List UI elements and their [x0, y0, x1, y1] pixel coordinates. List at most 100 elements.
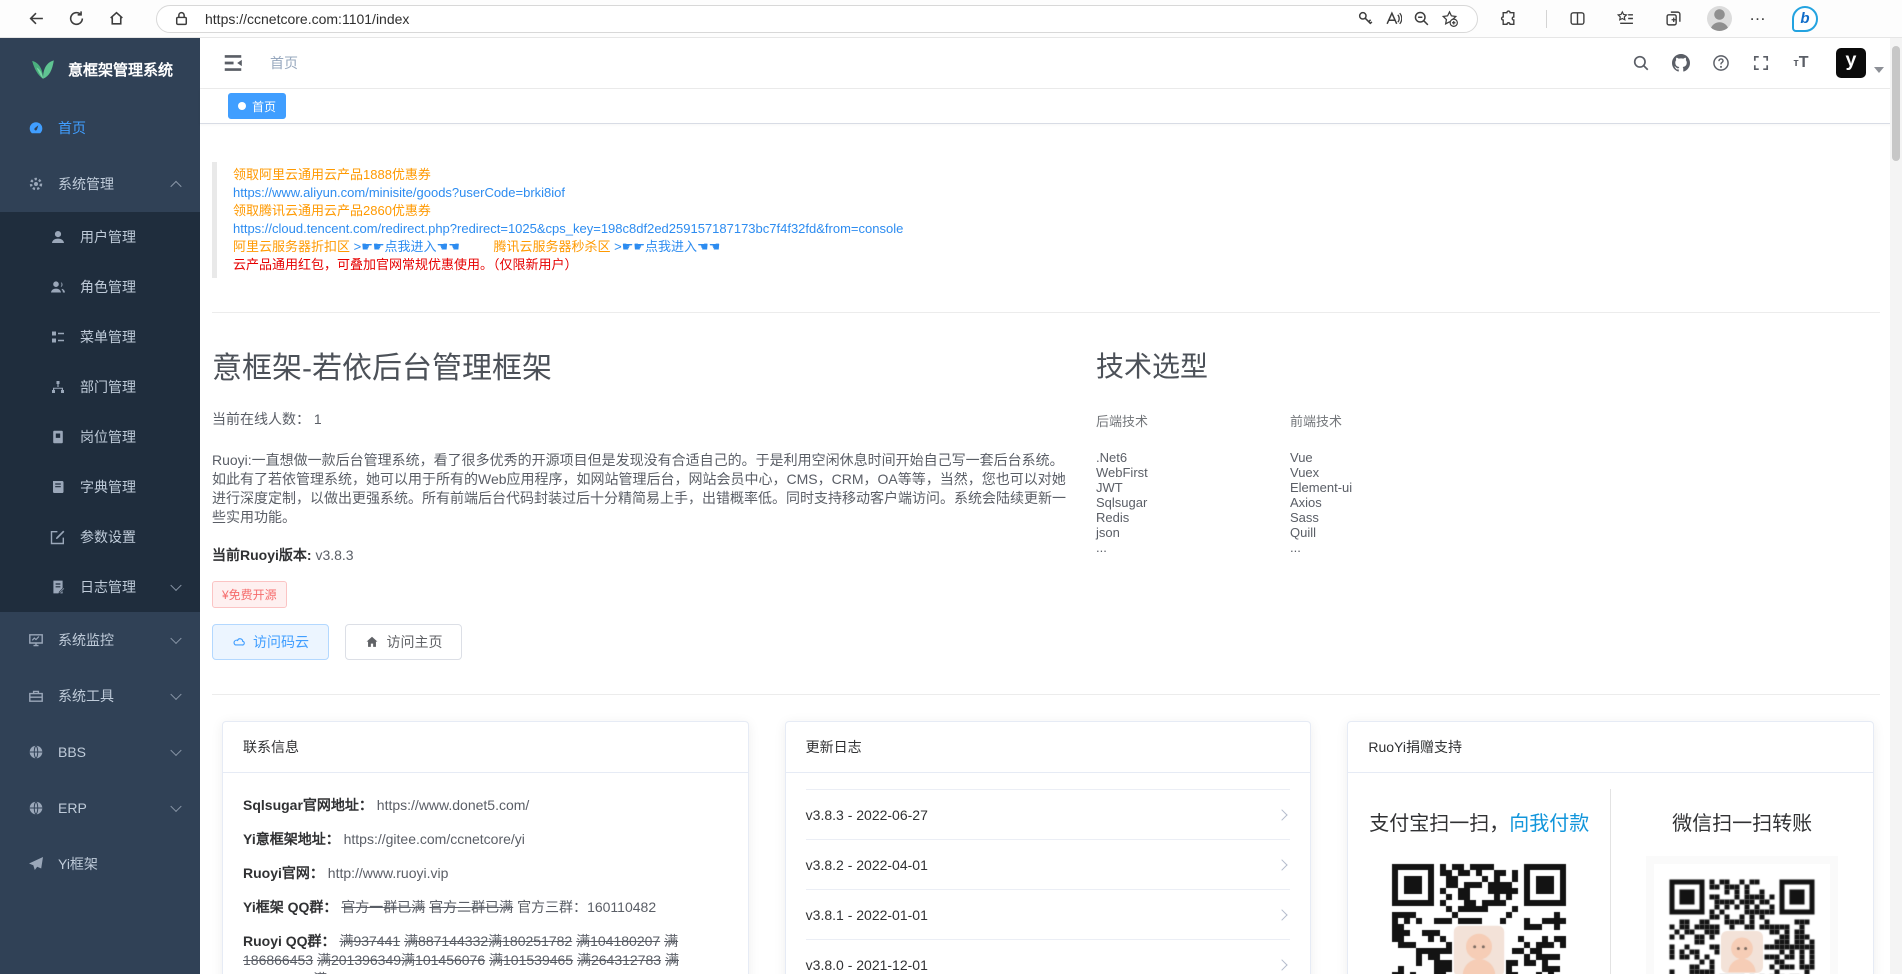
- menu-list-icon: [50, 329, 66, 345]
- search-icon[interactable]: [1628, 50, 1654, 76]
- sidebar-item-post-mgmt[interactable]: 岗位管理: [0, 412, 200, 462]
- dictionary-icon: [50, 479, 66, 495]
- sidebar-item-label: 角色管理: [80, 277, 136, 297]
- user-avatar[interactable]: [1836, 48, 1866, 78]
- copilot-icon[interactable]: [1792, 6, 1818, 32]
- changelog-row[interactable]: v3.8.1 - 2022-01-01: [806, 890, 1291, 940]
- caret-down-icon[interactable]: [1874, 67, 1884, 73]
- sidebar-item-user-mgmt[interactable]: 用户管理: [0, 212, 200, 262]
- sidebar-item-bbs[interactable]: BBS: [0, 724, 200, 780]
- app-title: 意框架管理系统: [68, 59, 173, 80]
- log-icon: [50, 579, 66, 595]
- breadcrumb[interactable]: 首页: [270, 53, 298, 73]
- tech-title: 技术选型: [1096, 345, 1880, 385]
- user-icon: [50, 229, 66, 245]
- qq-number: 160110482: [587, 899, 656, 915]
- changelog-row[interactable]: v3.8.3 - 2022-06-27: [806, 789, 1291, 840]
- changelog-row[interactable]: v3.8.2 - 2022-04-01: [806, 840, 1291, 890]
- zoom-out-icon[interactable]: [1409, 5, 1433, 33]
- sidebar-item-dept-mgmt[interactable]: 部门管理: [0, 362, 200, 412]
- toolbar-divider: [1546, 10, 1547, 28]
- chevron-down-icon: [170, 633, 181, 644]
- tencent-enter-link[interactable]: >☛☛点我进入☚☚: [614, 239, 720, 254]
- cloud-icon: [232, 635, 246, 649]
- sidebar-item-label: 日志管理: [80, 577, 136, 597]
- font-size-icon[interactable]: [1788, 50, 1814, 76]
- changelog-row[interactable]: v3.8.0 - 2021-12-01: [806, 940, 1291, 974]
- visit-gitee-button[interactable]: 访问码云: [212, 624, 329, 660]
- browser-actions: [1494, 5, 1818, 33]
- sidebar-item-role-mgmt[interactable]: 角色管理: [0, 262, 200, 312]
- tag-label: 首页: [252, 98, 276, 115]
- address-bar[interactable]: https://ccnetcore.com:1101/index: [156, 5, 1478, 33]
- sidebar-item-system-monitor[interactable]: 系统监控: [0, 612, 200, 668]
- extensions-icon[interactable]: [1494, 5, 1522, 33]
- sidebar-item-menu-mgmt[interactable]: 菜单管理: [0, 312, 200, 362]
- contact-card-title: 联系信息: [223, 722, 748, 773]
- duplicate-tab-icon[interactable]: [1659, 5, 1687, 33]
- sidebar-item-system-mgmt[interactable]: 系统管理: [0, 156, 200, 212]
- refresh-icon[interactable]: [62, 5, 90, 33]
- help-icon[interactable]: [1708, 50, 1734, 76]
- aliyun-enter-link[interactable]: >☛☛点我进入☚☚: [354, 239, 460, 254]
- toolbox-icon: [28, 688, 44, 704]
- ruoyi-qq-group-row: Ruoyi QQ群： 满937441 满887144332满180251782 …: [243, 932, 728, 974]
- sidebar-item-label: BBS: [58, 744, 86, 760]
- backend-list: .Net6 WebFirst JWT Sqlsugar Redis json .…: [1096, 450, 1290, 555]
- sidebar-item-dict-mgmt[interactable]: 字典管理: [0, 462, 200, 512]
- frontend-list: Vue Vuex Element-ui Axios Sass Quill ...: [1290, 450, 1484, 555]
- sidebar-submenu: 用户管理 角色管理 菜单管理 部门管理 岗位管理: [0, 212, 200, 612]
- pay-me-link[interactable]: 向我付款: [1509, 813, 1589, 835]
- chevron-down-icon: [170, 801, 181, 812]
- contact-row: Yi意框架地址： https://gitee.com/ccnetcore/yi: [243, 830, 728, 849]
- aliyun-coupon-link[interactable]: https://www.aliyun.com/minisite/goods?us…: [233, 184, 1880, 202]
- notice-line: 领取腾讯云通用云产品2860优惠券: [233, 202, 1880, 220]
- scrollbar-thumb[interactable]: [1892, 46, 1900, 161]
- sidebar-item-param-settings[interactable]: 参数设置: [0, 512, 200, 562]
- visit-homepage-button[interactable]: 访问主页: [345, 624, 462, 660]
- chevron-up-icon: [170, 181, 181, 192]
- tag-home[interactable]: 首页: [228, 93, 286, 119]
- favorite-add-icon[interactable]: [1437, 5, 1461, 33]
- collections-icon[interactable]: [1611, 5, 1639, 33]
- github-icon[interactable]: [1668, 50, 1694, 76]
- framework-description: Ruoyi:一直想做一款后台管理系统，看了很多优秀的开源项目但是发现没有合适自己…: [212, 451, 1068, 527]
- browser-toolbar: https://ccnetcore.com:1101/index: [0, 0, 1902, 38]
- tencent-coupon-link[interactable]: https://cloud.tencent.com/redirect.php?r…: [233, 220, 1880, 238]
- key-icon[interactable]: [1353, 5, 1377, 33]
- sidebar-item-system-tools[interactable]: 系统工具: [0, 668, 200, 724]
- sidebar-item-label: 系统监控: [58, 630, 114, 650]
- tag-dot-icon: [238, 102, 246, 110]
- sidebar-item-erp[interactable]: ERP: [0, 780, 200, 836]
- section-divider: [212, 694, 1880, 695]
- main-area: 首页 首页 领取阿里云通用云产品1888优惠券 https://www.aliy…: [200, 38, 1902, 974]
- sidebar-item-label: ERP: [58, 800, 87, 816]
- lock-icon[interactable]: [169, 5, 193, 33]
- sidebar-item-label: 菜单管理: [80, 327, 136, 347]
- gear-icon: [28, 176, 44, 192]
- sidebar-item-log-mgmt[interactable]: 日志管理: [0, 562, 200, 612]
- sidebar-toggle-icon[interactable]: [222, 52, 244, 74]
- read-aloud-icon[interactable]: [1381, 5, 1405, 33]
- sidebar-item-label: 岗位管理: [80, 427, 136, 447]
- top-navbar: 首页: [200, 38, 1902, 89]
- back-icon[interactable]: [22, 5, 50, 33]
- url-text[interactable]: https://ccnetcore.com:1101/index: [205, 11, 409, 27]
- notice-line: 领取阿里云通用云产品1888优惠券: [233, 166, 1880, 184]
- page-scrollbar[interactable]: [1890, 38, 1902, 974]
- donate-card-title: RuoYi捐赠支持: [1348, 722, 1873, 773]
- split-screen-icon[interactable]: [1563, 5, 1591, 33]
- chevron-right-icon: [1277, 809, 1288, 820]
- wechat-donate-title: 微信扫一扫转账: [1619, 807, 1865, 836]
- sidebar-item-label: 系统工具: [58, 686, 114, 706]
- browser-profile-avatar[interactable]: [1707, 6, 1732, 31]
- fullscreen-icon[interactable]: [1748, 50, 1774, 76]
- more-icon[interactable]: [1744, 5, 1772, 33]
- sidebar-item-yi-framework[interactable]: Yi框架: [0, 836, 200, 892]
- app-logo[interactable]: 意框架管理系统: [0, 38, 200, 100]
- sidebar-item-label: 部门管理: [80, 377, 136, 397]
- home-icon[interactable]: [102, 5, 130, 33]
- yi-qq-group-row: Yi框架 QQ群： 官方一群已满 官方二群已满 官方三群：160110482: [243, 898, 728, 917]
- donate-card-body: 支付宝扫一扫，向我付款 微信扫一扫转账: [1348, 773, 1873, 974]
- sidebar-item-home[interactable]: 首页: [0, 100, 200, 156]
